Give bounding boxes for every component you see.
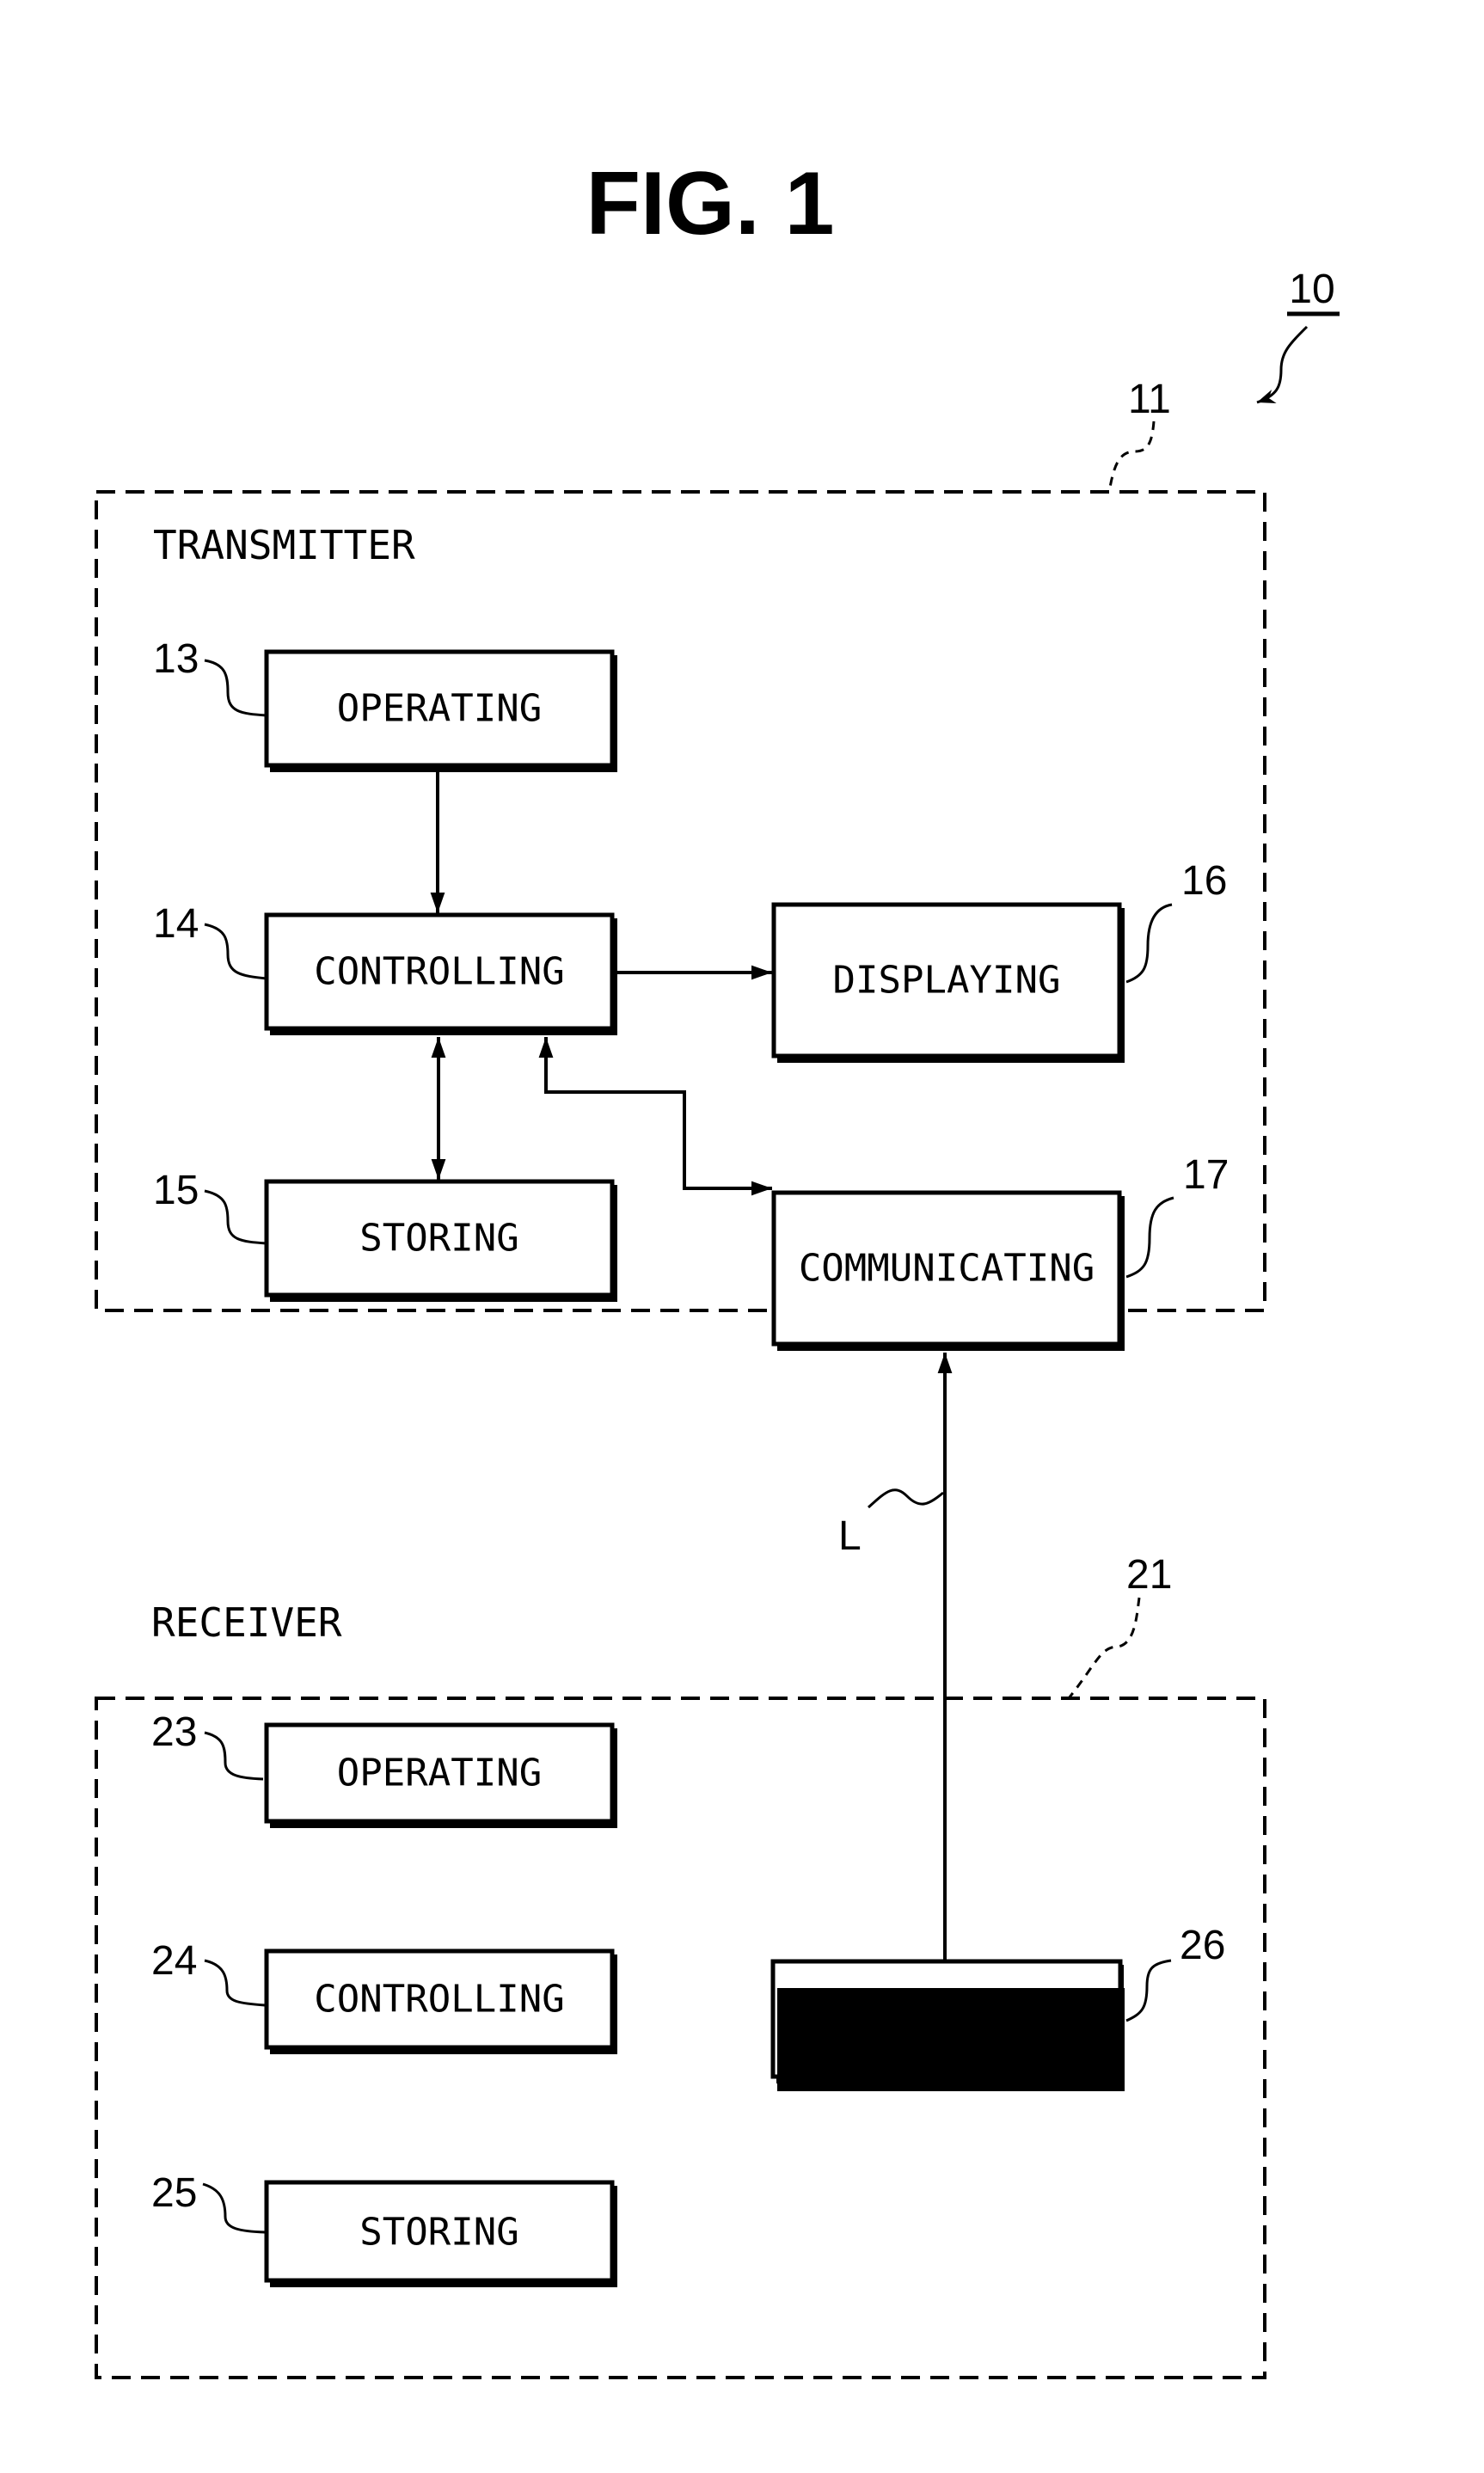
receiver-connections-layer <box>0 0 1484 2473</box>
